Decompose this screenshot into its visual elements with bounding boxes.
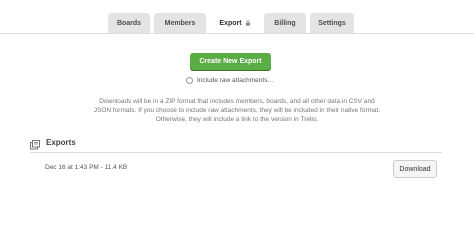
- tab-members[interactable]: Members: [154, 13, 206, 33]
- tab-settings-label: Settings: [318, 19, 346, 27]
- exports-divider: [30, 152, 442, 153]
- tab-export[interactable]: Export: [210, 13, 260, 34]
- tab-boards-label: Boards: [116, 19, 142, 27]
- tab-bar: Boards Members Export Billing Settings: [0, 13, 474, 34]
- exports-icon: [30, 137, 40, 150]
- tab-settings[interactable]: Settings: [310, 13, 354, 33]
- create-new-export-button[interactable]: Create New Export: [190, 53, 271, 70]
- download-label: Download: [399, 165, 431, 173]
- tab-billing[interactable]: Billing: [264, 13, 306, 33]
- list-item: Dec 16 at 1:43 PM - 11.4 KB Download: [45, 160, 437, 178]
- exports-title: Exports: [46, 137, 76, 147]
- tab-divider: [0, 33, 474, 34]
- create-new-export-label: Create New Export: [199, 58, 262, 65]
- tab-boards[interactable]: Boards: [108, 13, 150, 33]
- lock-icon: [245, 19, 251, 28]
- download-button[interactable]: Download: [393, 160, 437, 178]
- exports-header: Exports: [30, 136, 76, 150]
- raw-attachments-radio[interactable]: [186, 76, 193, 84]
- tab-export-label: Export: [219, 20, 242, 27]
- raw-attachments-label: Include raw attachments…: [197, 76, 274, 84]
- tab-billing-label: Billing: [274, 19, 296, 27]
- tab-members-label: Members: [164, 19, 196, 27]
- raw-attachments-option[interactable]: Include raw attachments…: [186, 75, 274, 85]
- export-info: Dec 16 at 1:43 PM - 11.4 KB: [45, 164, 128, 171]
- export-description: Downloads will be in a ZIP format that i…: [93, 98, 381, 123]
